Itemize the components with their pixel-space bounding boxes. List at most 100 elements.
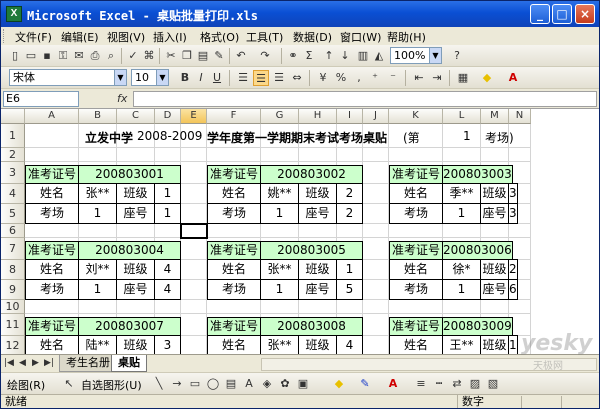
- room-value[interactable]: 1: [260, 279, 299, 300]
- percent-icon[interactable]: %: [333, 70, 349, 86]
- close-button[interactable]: ×: [575, 4, 595, 24]
- name-label[interactable]: 姓名: [389, 259, 443, 280]
- exam-number-value[interactable]: 200803003: [442, 165, 513, 184]
- table-cell[interactable]: [443, 124, 481, 148]
- table-cell[interactable]: [389, 148, 443, 162]
- currency-icon[interactable]: ¥: [315, 70, 331, 86]
- class-label[interactable]: 班级: [480, 259, 509, 280]
- seat-label[interactable]: 座号: [116, 203, 155, 224]
- exam-number-label[interactable]: 准考证号: [25, 165, 79, 184]
- exam-number-value[interactable]: 200803008: [260, 317, 363, 336]
- table-cell[interactable]: [181, 148, 207, 162]
- font-color-icon[interactable]: A: [505, 70, 521, 86]
- name-label[interactable]: 姓名: [207, 335, 261, 354]
- research-icon[interactable]: ⌘: [141, 48, 157, 64]
- row-header[interactable]: 10: [1, 300, 25, 314]
- table-cell[interactable]: [363, 260, 389, 280]
- seat-label[interactable]: 座号: [298, 279, 337, 300]
- column-header[interactable]: C: [117, 109, 155, 124]
- seat-label[interactable]: 座号: [116, 279, 155, 300]
- exam-number-value[interactable]: 200803007: [78, 317, 181, 336]
- student-name-value[interactable]: 张**: [260, 259, 299, 280]
- chevron-down-icon[interactable]: ▼: [429, 48, 441, 63]
- menu-window[interactable]: 窗口(W): [340, 29, 381, 45]
- table-cell[interactable]: [261, 300, 299, 314]
- table-cell[interactable]: [363, 224, 389, 238]
- line-color-icon[interactable]: ✎: [357, 376, 373, 392]
- align-right-icon[interactable]: ☰: [271, 70, 287, 86]
- menu-help[interactable]: 帮助(H): [387, 29, 426, 45]
- tab-roster[interactable]: 考生名册: [59, 355, 117, 372]
- table-cell[interactable]: [181, 336, 207, 354]
- seat-value[interactable]: 2: [336, 203, 363, 224]
- decrease-decimal-icon[interactable]: ⁻: [385, 70, 401, 86]
- column-header[interactable]: I: [337, 109, 363, 124]
- room-value[interactable]: 1: [260, 203, 299, 224]
- room-label[interactable]: 考场: [207, 203, 261, 224]
- print-icon[interactable]: ⎙: [87, 48, 103, 64]
- table-cell[interactable]: [363, 336, 389, 354]
- maximize-button[interactable]: □: [552, 4, 572, 24]
- table-cell[interactable]: [181, 260, 207, 280]
- first-sheet-icon[interactable]: |◀: [4, 358, 14, 368]
- table-cell[interactable]: [207, 224, 261, 238]
- table-cell[interactable]: [261, 224, 299, 238]
- new-icon[interactable]: ▯: [7, 48, 23, 64]
- last-sheet-icon[interactable]: ▶|: [44, 358, 54, 368]
- name-label[interactable]: 姓名: [389, 183, 443, 204]
- name-label[interactable]: 姓名: [25, 183, 79, 204]
- seat-value[interactable]: 4: [154, 279, 181, 300]
- class-label[interactable]: 班级: [116, 183, 155, 204]
- table-cell[interactable]: [155, 300, 181, 314]
- name-label[interactable]: 姓名: [25, 259, 79, 280]
- merge-center-icon[interactable]: ⇔: [289, 70, 305, 86]
- email-icon[interactable]: ✉: [71, 48, 87, 64]
- table-cell[interactable]: [363, 280, 389, 300]
- table-cell[interactable]: [181, 162, 207, 184]
- table-cell[interactable]: [181, 238, 207, 260]
- table-cell[interactable]: [443, 148, 481, 162]
- class-value[interactable]: 4: [154, 259, 181, 280]
- line-style-icon[interactable]: ≡: [413, 376, 429, 392]
- student-name-value[interactable]: 姚**: [260, 183, 299, 204]
- sort-ascending-icon[interactable]: ↑: [321, 48, 337, 64]
- borders-icon[interactable]: ▦: [455, 70, 471, 86]
- column-header[interactable]: A: [25, 109, 79, 124]
- table-cell[interactable]: [363, 184, 389, 204]
- table-cell[interactable]: [25, 224, 79, 238]
- oval-icon[interactable]: ◯: [205, 376, 221, 392]
- excel-app-icon[interactable]: X: [6, 6, 22, 22]
- menu-edit[interactable]: 编辑(E): [61, 29, 99, 45]
- open-icon[interactable]: ▭: [23, 48, 39, 64]
- class-label[interactable]: 班级: [116, 335, 155, 354]
- name-box[interactable]: E6: [3, 91, 79, 107]
- menu-file[interactable]: 文件(F): [15, 29, 52, 45]
- table-cell[interactable]: [363, 204, 389, 224]
- redo-icon[interactable]: ↷: [257, 48, 273, 64]
- font-size-select[interactable]: 10 ▼: [131, 69, 169, 86]
- prev-sheet-icon[interactable]: ◀: [19, 358, 26, 368]
- table-cell[interactable]: [443, 300, 481, 314]
- table-cell[interactable]: [261, 148, 299, 162]
- table-cell[interactable]: [181, 280, 207, 300]
- student-name-value[interactable]: 刘**: [78, 259, 117, 280]
- column-header[interactable]: B: [79, 109, 117, 124]
- table-cell[interactable]: [299, 224, 337, 238]
- minimize-button[interactable]: _: [530, 4, 550, 24]
- help-icon[interactable]: ?: [449, 48, 465, 64]
- student-name-value[interactable]: 徐*: [442, 259, 481, 280]
- table-cell[interactable]: [481, 300, 509, 314]
- table-cell[interactable]: [509, 224, 531, 238]
- dash-style-icon[interactable]: ┅: [431, 376, 447, 392]
- align-center-icon[interactable]: ☰: [253, 70, 269, 86]
- table-cell[interactable]: [207, 148, 261, 162]
- name-label[interactable]: 姓名: [25, 335, 79, 354]
- fill-color-icon[interactable]: ◆: [331, 376, 347, 392]
- permission-icon[interactable]: ⚿: [55, 48, 71, 64]
- shadow-icon[interactable]: ▨: [467, 376, 483, 392]
- exam-number-value[interactable]: 200803001: [78, 165, 181, 184]
- exam-number-value[interactable]: 200803005: [260, 241, 363, 260]
- row-header[interactable]: 1: [1, 124, 25, 148]
- class-value[interactable]: 3: [508, 183, 518, 204]
- worksheet-grid[interactable]: ABCDEFGHIJKLMN12345678910111213立发中学2008-…: [1, 109, 599, 354]
